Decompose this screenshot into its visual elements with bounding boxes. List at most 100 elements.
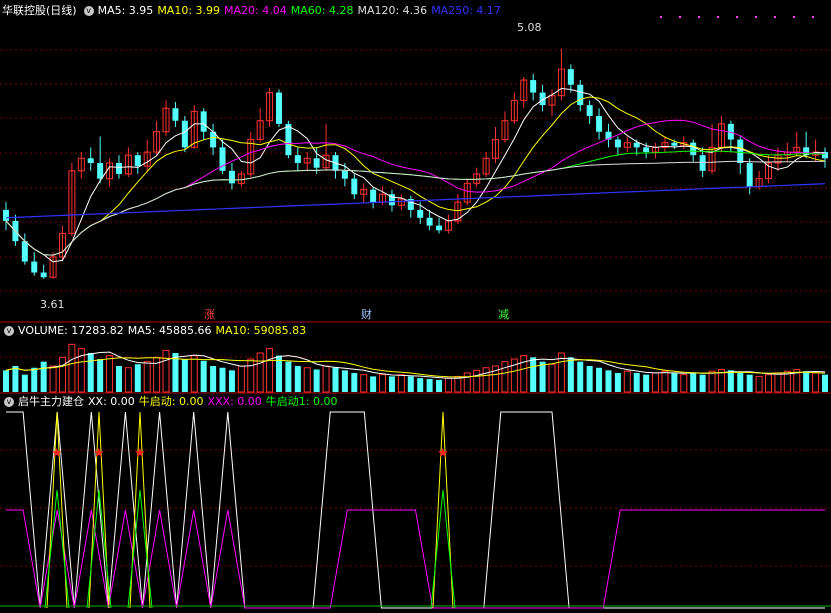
volume-bar [661,370,669,393]
candle-body [200,111,207,132]
indicator-header: v 启牛主力建仓 XX: 0.00 牛启动: 0.00 XXX: 0.00 牛启动1: 0… [0,394,342,410]
volume-bar [652,372,660,393]
candle-body [746,163,753,187]
volume-bar [605,370,612,392]
volume-bar [614,372,621,392]
top-marker-dot [698,16,700,18]
candle-body [3,209,9,221]
volume-bar [303,367,311,393]
candle-body [31,261,38,273]
marker-jian: 减 [498,308,509,321]
candle-body [577,84,584,106]
ma5-label: MA5: 3.95 [97,4,154,17]
candle-body [436,225,443,231]
volume-bar [106,355,114,393]
collapse-icon[interactable]: v [4,397,14,407]
volume-bar [822,374,828,392]
volume-ma5: MA5: 45885.66 [127,324,212,337]
volume-bar [181,359,188,392]
volume-bar [332,367,339,392]
candle-body [530,80,537,93]
candle-body [643,147,650,153]
indicator-title: 启牛主力建仓 [18,395,84,408]
candle-body [417,209,424,218]
volume-bar [237,365,245,393]
marker-zhang: 涨 [204,308,215,321]
candle-body [313,158,320,168]
volume-bar [210,366,217,392]
top-marker-dot [660,16,662,18]
volume-value: VOLUME: 17283.82 [18,324,124,337]
volume-bar [58,356,66,393]
volume-bar [530,357,537,392]
candle-body [294,155,301,163]
volume-bar [68,343,76,393]
volume-bar [577,361,584,392]
candle-body [690,142,697,156]
candle-body [276,92,282,124]
top-marker-dot [679,16,681,18]
collapse-icon[interactable]: v [83,6,94,16]
volume-bar [294,366,301,392]
volume-bar [765,374,773,393]
candle-body [426,217,433,226]
candle-body [285,123,292,156]
ma250-label: MA250: 4.17 [431,4,501,17]
high-price-label: 5.08 [517,21,542,34]
candle-body [586,105,593,117]
candle-body [370,189,377,203]
volume-bar [379,374,387,393]
volume-bar [586,366,593,392]
signal-star: ★ [93,446,105,461]
volume-bar [351,372,358,392]
volume-bar [397,374,405,393]
volume-header: v VOLUME: 17283.82 MA5: 45885.66 MA10: 5908… [0,323,310,339]
volume-bar [256,352,264,393]
ma10-label: MA10: 3.99 [157,4,221,17]
candle-body [633,142,640,148]
volume-bar [633,372,640,392]
candle-body [172,108,179,121]
volume-bar [276,355,282,392]
volume-bar [444,377,452,393]
volume-bar [774,372,782,393]
candle-body [40,272,47,278]
volume-bar [473,369,481,393]
volume-bar [463,372,471,393]
low-price-label: 3.61 [40,298,65,311]
volume-bar [3,370,9,392]
xx-label: XX: 0.00 [88,395,135,408]
candle-body [228,170,235,184]
candle-body [596,116,603,132]
candle-body [351,178,358,195]
xxx-line [6,509,825,609]
candle-body [341,170,348,179]
xxx-label: XXX: 0.00 [207,395,262,408]
volume-bar [417,378,424,392]
volume-bar [143,361,151,393]
volume-bar [97,359,104,392]
signal-star: ★ [51,446,63,461]
volume-bar [407,376,414,392]
volume-bar [285,361,292,392]
volume-bar [12,366,19,392]
volume-bar [596,367,603,392]
volume-bar [370,376,377,392]
collapse-icon[interactable]: v [4,326,14,336]
niu-label: 牛启动: 0.00 [138,395,204,408]
volume-bar [124,367,132,393]
top-marker-dot [774,16,776,18]
volume-bar [87,353,94,392]
volume-bar [812,372,820,393]
volume-bar [115,366,122,392]
volume-bar [482,367,490,393]
volume-bar [708,370,716,393]
volume-bar [671,372,678,392]
top-marker-dot [793,16,795,18]
top-marker-dot [812,16,814,18]
candle-body [97,163,104,179]
volume-bar [539,361,546,392]
ma60-label: MA60: 4.28 [290,4,354,17]
main-header: 华联控股(日线) v MA5: 3.95 MA10: 3.99 MA20: 4.04 MA… [0,3,505,19]
niu-spike [432,411,454,609]
